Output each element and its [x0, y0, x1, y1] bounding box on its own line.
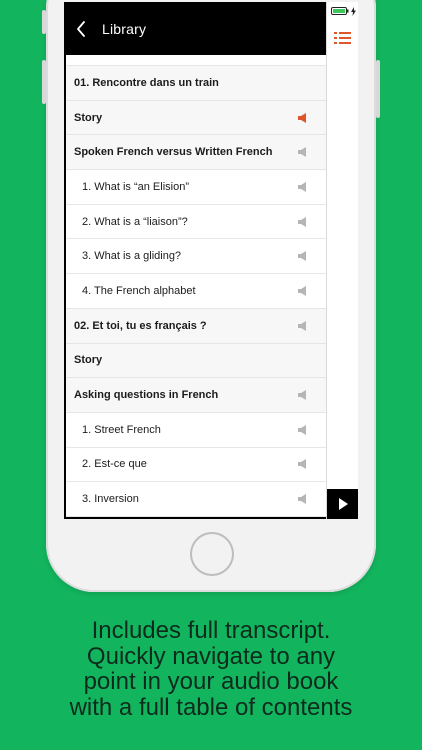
toc-list: 01. Rencontre dans un train Story Spoken F…	[66, 66, 326, 517]
toc-row-label: Asking questions in French	[74, 389, 219, 402]
list-menu-icon[interactable]	[333, 30, 353, 46]
navigation-bar: Library	[64, 2, 326, 55]
power-button	[376, 60, 380, 118]
caption-line-4: with a full table of contents	[69, 693, 353, 721]
mute-switch	[42, 10, 46, 34]
toc-row[interactable]: 1. What is “an Elision”	[66, 170, 326, 205]
toc-row[interactable]: Spoken French versus Written French	[66, 135, 326, 171]
toc-row[interactable]: 2. What is a “liaison”?	[66, 205, 326, 240]
caption-line-2: Quickly navigate to any	[86, 642, 336, 670]
toc-row-label: Spoken French versus Written French	[74, 146, 273, 159]
toc-row[interactable]: 1. Street French	[66, 413, 326, 448]
toc-row[interactable]: Asking questions in French	[66, 378, 326, 413]
speaker-icon[interactable]	[298, 250, 314, 262]
speaker-icon[interactable]	[298, 285, 314, 297]
toc-row-label: 01. Rencontre dans un train	[74, 76, 219, 89]
toc-row[interactable]: 01. Rencontre dans un train	[66, 66, 326, 101]
speaker-icon[interactable]	[298, 424, 314, 436]
play-button[interactable]	[327, 489, 358, 519]
toc-row-label: 02. Et toi, tu es français ?	[74, 319, 207, 332]
toc-row-label: 2. Est-ce que	[82, 458, 147, 471]
toc-row-label: Story	[74, 111, 103, 124]
charging-bolt-icon	[350, 6, 356, 16]
toc-row[interactable]: 02. Et toi, tu es français ?	[66, 308, 326, 344]
speaker-icon[interactable]	[298, 181, 314, 193]
speaker-icon[interactable]	[298, 146, 314, 158]
toc-row[interactable]: 4. The French alphabet	[66, 274, 326, 309]
volume-up-button	[42, 60, 46, 104]
speaker-icon[interactable]	[298, 112, 314, 124]
status-bar	[327, 6, 358, 16]
toc-row-label: Story	[74, 354, 103, 367]
caption-line-1: Includes full transcript.	[91, 617, 331, 644]
toc-row[interactable]: Story	[66, 100, 326, 136]
toc-row[interactable]: 3. What is a gliding?	[66, 239, 326, 275]
toc-row-label: 3. Inversion	[82, 493, 139, 506]
chevron-left-icon[interactable]	[76, 20, 98, 37]
speaker-icon[interactable]	[298, 216, 314, 228]
table-of-contents: 01. Rencontre dans un train Story Spoken F…	[66, 55, 326, 517]
back-button-label[interactable]: Library	[102, 21, 146, 37]
home-button[interactable]	[190, 532, 234, 576]
toc-row-label: 4. The French alphabet	[82, 284, 196, 297]
speaker-icon[interactable]	[298, 320, 314, 332]
promo-caption: Includes full transcript. Quickly naviga…	[0, 618, 422, 720]
caption-line-3: point in your audio book	[83, 668, 339, 695]
toc-row-label: 1. Street French	[82, 423, 161, 436]
speaker-icon[interactable]	[298, 389, 314, 401]
toc-row-label: 2. What is a “liaison”?	[82, 215, 188, 228]
right-sidebar	[326, 2, 358, 519]
battery-icon	[330, 7, 348, 15]
toc-row-label: 1. What is “an Elision”	[82, 180, 189, 193]
speaker-icon[interactable]	[298, 458, 314, 470]
list-top-divider	[66, 55, 326, 66]
play-icon	[339, 498, 348, 510]
speaker-icon[interactable]	[298, 493, 314, 505]
app-screen: Library 01. Rencontre dans un train Story…	[64, 2, 358, 519]
toc-row[interactable]: Story	[66, 343, 326, 379]
toc-row-label: 3. What is a gliding?	[82, 250, 182, 263]
toc-row[interactable]: 3. Inversion	[66, 482, 326, 517]
toc-row[interactable]: 2. Est-ce que	[66, 448, 326, 483]
